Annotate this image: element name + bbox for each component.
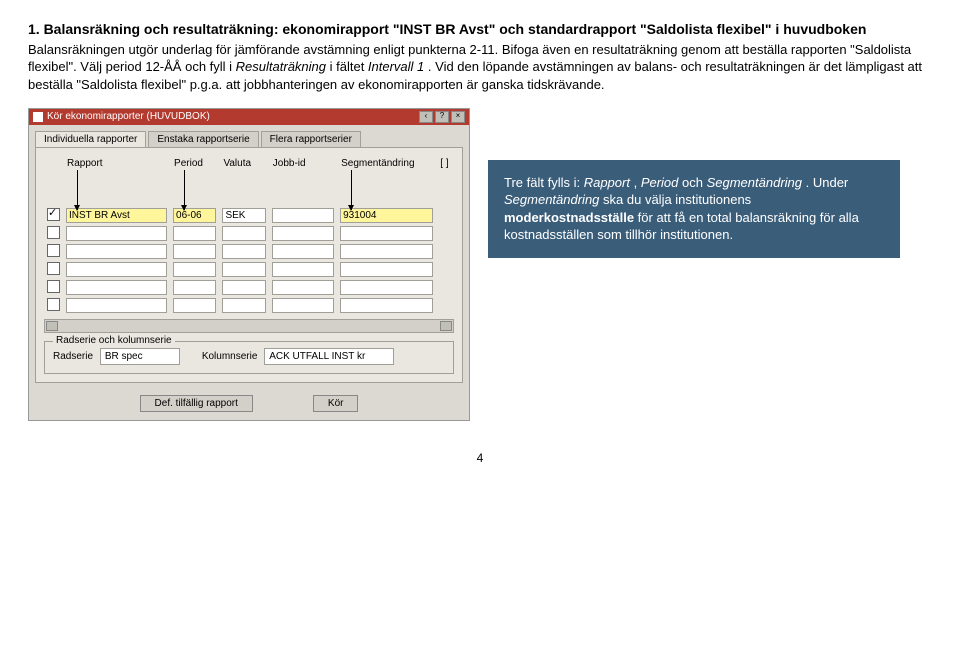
row4-valuta-input[interactable] [222,262,265,277]
row3-rapport-input[interactable] [66,244,167,259]
row1-rapport-input[interactable]: INST BR Avst [66,208,167,223]
callout-text-1: Tre fält fylls i: [504,175,584,190]
row2-jobbid-input[interactable] [272,226,334,241]
callout-italic-segment1: Segmentändring [707,175,802,190]
col-jobbid: Jobb-id [269,156,337,173]
radserie-input[interactable]: BR spec [100,348,180,365]
arrow-rapport [77,170,78,210]
dialog-button-row: Def. tilfällig rapport Kör [29,389,469,420]
section-paragraph: Balansräkningen utgör underlag för jämfö… [28,41,932,94]
row2-checkbox[interactable] [47,226,60,239]
scroll-left-icon[interactable] [46,321,58,331]
para-italic-2: Intervall 1 [368,59,424,74]
row1-period-input[interactable]: 06-06 [173,208,216,223]
row6-valuta-input[interactable] [222,298,265,313]
dialog-icon [33,112,43,122]
window-help-button[interactable]: ? [435,111,449,123]
row2-rapport-input[interactable] [66,226,167,241]
run-button[interactable]: Kör [313,395,359,412]
table-row [44,261,454,279]
dialog-title: Kör ekonomirapporter (HUVUDBOK) [47,111,210,122]
callout-italic-period: Period [641,175,679,190]
run-reports-dialog: Kör ekonomirapporter (HUVUDBOK) ‹ ? × In… [28,108,470,421]
row1-checkbox[interactable] [47,208,60,221]
callout-text-och: och [682,175,707,190]
table-row [44,243,454,261]
callout-italic-rapport: Rapport [584,175,630,190]
row6-jobbid-input[interactable] [272,298,334,313]
col-segment: Segmentändring [337,156,436,173]
section-heading: 1. Balansräkning och resultaträkning: ek… [28,20,932,39]
row4-jobbid-input[interactable] [272,262,334,277]
col-rapport: Rapport [63,156,170,173]
tab-single-series[interactable]: Enstaka rapportserie [148,131,258,147]
row5-checkbox[interactable] [47,280,60,293]
row4-period-input[interactable] [173,262,216,277]
row6-checkbox[interactable] [47,298,60,311]
table-row [44,279,454,297]
page-number: 4 [28,451,932,465]
table-row [44,297,454,315]
row6-segment-input[interactable] [340,298,433,313]
callout-text-2a: . Under [806,175,849,190]
row5-valuta-input[interactable] [222,280,265,295]
grid-horizontal-scrollbar[interactable] [44,319,454,333]
kolumnserie-label: Kolumnserie [202,351,258,362]
col-period-label: Period [174,158,203,169]
tab-multi-series[interactable]: Flera rapportserier [261,131,361,147]
subgroup-title: Radserie och kolumnserie [53,335,175,346]
row4-rapport-input[interactable] [66,262,167,277]
tab-individual-reports[interactable]: Individuella rapporter [35,131,146,147]
row-column-series-group: Radserie och kolumnserie Radserie BR spe… [44,341,454,374]
row5-rapport-input[interactable] [66,280,167,295]
col-scroll: [ ] [436,156,454,173]
instruction-callout: Tre fält fylls i: Rapport , Period och S… [488,160,900,258]
dialog-panel: Rapport Period Valuta Jobb-id Segmentänd… [35,147,463,383]
arrow-segment [351,170,352,210]
col-valuta: Valuta [219,156,268,173]
table-row: INST BR Avst 06-06 SEK 931004 [44,207,454,225]
row3-checkbox[interactable] [47,244,60,257]
para-italic-1: Resultaträkning [236,59,326,74]
window-back-button[interactable]: ‹ [419,111,433,123]
def-temp-report-button[interactable]: Def. tilfällig rapport [140,395,253,412]
row5-segment-input[interactable] [340,280,433,295]
para-text-mid: i fältet [330,59,368,74]
row2-period-input[interactable] [173,226,216,241]
row5-period-input[interactable] [173,280,216,295]
col-segment-label: Segmentändring [341,158,414,169]
table-row [44,225,454,243]
row3-jobbid-input[interactable] [272,244,334,259]
dialog-titlebar: Kör ekonomirapporter (HUVUDBOK) ‹ ? × [29,109,469,125]
arrow-period [184,170,185,210]
row4-segment-input[interactable] [340,262,433,277]
report-grid: Rapport Period Valuta Jobb-id Segmentänd… [44,156,454,315]
col-period: Period [170,156,219,173]
row3-period-input[interactable] [173,244,216,259]
row4-checkbox[interactable] [47,262,60,275]
row3-valuta-input[interactable] [222,244,265,259]
scroll-right-icon[interactable] [440,321,452,331]
row1-jobbid-input[interactable] [272,208,334,223]
callout-italic-segment2: Segmentändring [504,192,599,207]
col-rapport-label: Rapport [67,158,103,169]
radserie-label: Radserie [53,351,93,362]
row2-segment-input[interactable] [340,226,433,241]
row1-valuta-input[interactable]: SEK [222,208,265,223]
callout-text-comma: , [634,175,641,190]
window-close-button[interactable]: × [451,111,465,123]
dialog-tabs: Individuella rapporter Enstaka rapportse… [29,125,469,147]
row2-valuta-input[interactable] [222,226,265,241]
row5-jobbid-input[interactable] [272,280,334,295]
row3-segment-input[interactable] [340,244,433,259]
callout-text-2b: ska du välja institutionens [603,192,751,207]
callout-bold-moderkostnad: moderkostnadsställe [504,210,634,225]
kolumnserie-input[interactable]: ACK UTFALL INST kr [264,348,394,365]
row6-rapport-input[interactable] [66,298,167,313]
col-checkbox [44,156,63,173]
row6-period-input[interactable] [173,298,216,313]
